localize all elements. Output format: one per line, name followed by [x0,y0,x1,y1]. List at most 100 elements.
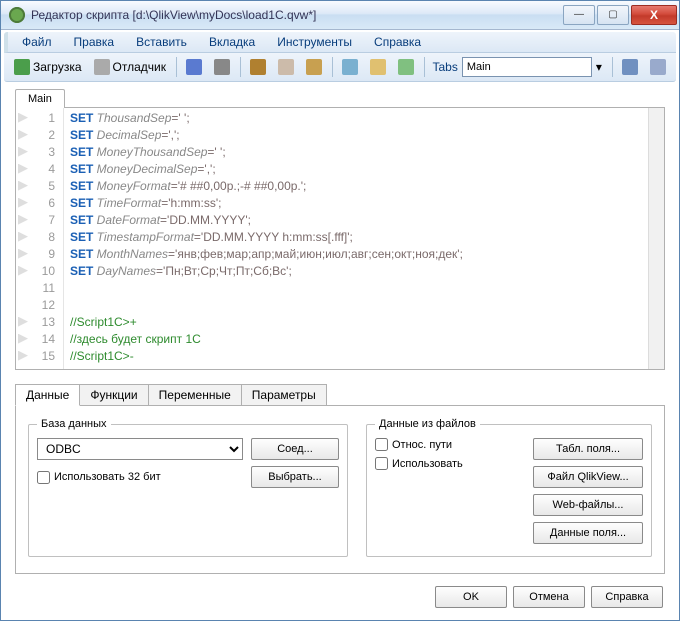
reload-icon [14,59,30,75]
line-number: 1 [16,110,61,127]
code-line[interactable]: //Script1C>- [70,348,642,365]
print-icon [214,59,230,75]
line-number: 8 [16,229,61,246]
window-title: Редактор скрипта [d:\QlikView\myDocs\loa… [31,8,561,22]
editor-code-area[interactable]: SET ThousandSep=' ';SET DecimalSep=',';S… [64,108,648,369]
cut-icon [250,59,266,75]
line-number: 10 [16,263,61,280]
code-line[interactable]: //здесь будет скрипт 1С [70,331,642,348]
line-number: 4 [16,161,61,178]
line-number: 9 [16,246,61,263]
debug-button[interactable]: Отладчик [90,57,170,77]
script-tabstrip: Main [1,82,679,107]
bottom-tab-1[interactable]: Функции [79,384,148,406]
relative-paths-checkbox[interactable]: Относ. пути [375,438,533,451]
app-icon [9,7,25,23]
tabs-dropdown-button[interactable]: ▾ [592,58,606,76]
close-button[interactable]: X [631,5,677,25]
cut-button[interactable] [246,57,270,77]
save-icon [186,59,202,75]
menu-вкладка[interactable]: Вкладка [201,33,263,51]
files-group: Данные из файлов Относ. пути Использоват… [366,418,652,557]
menu-файл[interactable]: Файл [14,33,60,51]
layout-icon [622,59,638,75]
maximize-button[interactable]: ▢ [597,5,629,25]
menu-правка[interactable]: Правка [66,33,123,51]
use-ftp-input[interactable] [375,457,388,470]
code-line[interactable]: SET DateFormat='DD.MM.YYYY'; [70,212,642,229]
editor-gutter: 123456789101112131415 [16,108,64,369]
code-line[interactable] [70,297,642,314]
cancel-button[interactable]: Отмена [513,586,585,608]
help-button[interactable]: Справка [591,586,663,608]
code-line[interactable]: SET MoneyDecimalSep=','; [70,161,642,178]
copy-button[interactable] [274,57,298,77]
tabs-label: Tabs [432,60,457,74]
database-group: База данных ODBC Соед... Использовать 32… [28,418,348,557]
save-button[interactable] [182,57,206,77]
code-line[interactable]: SET ThousandSep=' '; [70,110,642,127]
editor-scrollbar[interactable] [648,108,664,369]
code-line[interactable] [70,280,642,297]
bottom-tab-0[interactable]: Данные [15,384,80,406]
database-source-select[interactable]: ODBC [37,438,243,460]
paste-button[interactable] [302,57,326,77]
debug-icon [94,59,110,75]
print-button[interactable] [210,57,234,77]
line-number: 3 [16,144,61,161]
line-number: 15 [16,348,61,365]
tabs-combobox[interactable] [462,57,592,77]
bottom-tab-2[interactable]: Переменные [148,384,242,406]
line-number: 14 [16,331,61,348]
next-button[interactable] [646,57,670,77]
line-number: 11 [16,280,61,297]
toolbar: Загрузка Отладчик Tabs ▾ [4,53,676,82]
line-number: 7 [16,212,61,229]
force-32bit-input[interactable] [37,471,50,484]
relative-paths-input[interactable] [375,438,388,451]
reload-button[interactable]: Загрузка [10,57,86,77]
database-legend: База данных [37,418,111,430]
file-button-2[interactable]: Web-файлы... [533,494,643,516]
code-line[interactable]: SET TimestampFormat='DD.MM.YYYY h:mm:ss[… [70,229,642,246]
menu-инструменты[interactable]: Инструменты [269,33,360,51]
code-line[interactable]: SET DecimalSep=','; [70,127,642,144]
force-32bit-checkbox[interactable]: Использовать 32 бит [37,471,161,484]
code-editor[interactable]: 123456789101112131415 SET ThousandSep=' … [15,107,665,370]
line-number: 2 [16,127,61,144]
files-legend: Данные из файлов [375,418,480,430]
script-editor-window: Редактор скрипта [d:\QlikView\myDocs\loa… [0,0,680,621]
line-number: 13 [16,314,61,331]
code-line[interactable]: SET MoneyFormat='# ##0,00р.;-# ##0,00р.'… [70,178,642,195]
select-button[interactable]: Выбрать... [251,466,339,488]
paste-icon [306,59,322,75]
code-line[interactable]: //Script1C>+ [70,314,642,331]
file-button-3[interactable]: Данные поля... [533,522,643,544]
menu-справка[interactable]: Справка [366,33,429,51]
code-line[interactable]: SET TimeFormat='h:mm:ss'; [70,195,642,212]
line-number: 5 [16,178,61,195]
code-line[interactable]: SET MoneyThousandSep=' '; [70,144,642,161]
file-button-0[interactable]: Табл. поля... [533,438,643,460]
menu-вставить[interactable]: Вставить [128,33,195,51]
tab-main[interactable]: Main [15,89,65,108]
open-button[interactable] [366,57,390,77]
layout-button[interactable] [618,57,642,77]
code-line[interactable]: SET MonthNames='янв;фев;мар;апр;май;июн;… [70,246,642,263]
minimize-button[interactable]: — [563,5,595,25]
bottom-tab-3[interactable]: Параметры [241,384,327,406]
ok-button[interactable]: OK [435,586,507,608]
search-button[interactable] [338,57,362,77]
data-tab-body: База данных ODBC Соед... Использовать 32… [15,405,665,574]
arrow-icon [650,59,666,75]
menubar: Файл Правка Вставить Вкладка Инструменты Спра… [4,32,676,53]
bookmark-button[interactable] [394,57,418,77]
folder-icon [370,59,386,75]
use-ftp-checkbox[interactable]: Использовать [375,457,533,470]
titlebar[interactable]: Редактор скрипта [d:\QlikView\myDocs\loa… [1,1,679,30]
file-button-1[interactable]: Файл QlikView... [533,466,643,488]
connect-button[interactable]: Соед... [251,438,339,460]
code-line[interactable]: SET DayNames='Пн;Вт;Ср;Чт;Пт;Сб;Вс'; [70,263,642,280]
line-number: 6 [16,195,61,212]
copy-icon [278,59,294,75]
